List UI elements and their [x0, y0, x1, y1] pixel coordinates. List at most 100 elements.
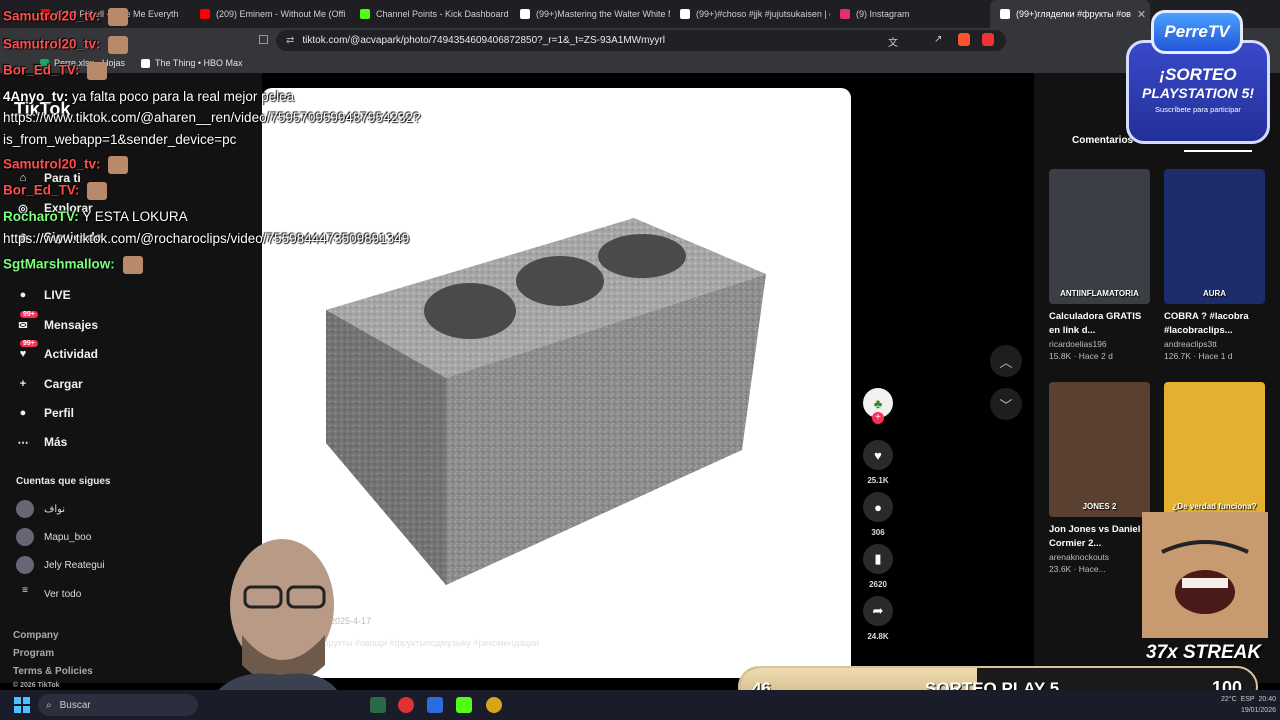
tab-label: (99+)гляделки #фрукты #ов: [1016, 9, 1131, 19]
heart-icon: ♥: [863, 440, 893, 470]
more-icon: ⋯: [17, 436, 29, 449]
chat-message: https://www.tiktok.com/@aharen__ren/vide…: [3, 110, 421, 125]
sidebar-item-más[interactable]: ⋯ Más: [14, 433, 68, 451]
chat-username[interactable]: Bor_Ed_TV:: [3, 183, 80, 198]
video-title: COBRA ? #lacobra #lacobraclips...: [1164, 311, 1249, 336]
author-avatar[interactable]: ♣ +: [862, 388, 894, 424]
footer-link[interactable]: Program: [13, 648, 54, 659]
chat-emote-icon: [87, 182, 108, 200]
chat-message: https://www.tiktok.com/@rocharoclips/vid…: [3, 231, 409, 246]
reaction-overlay-image: [1142, 512, 1268, 638]
chat-message: Samutrol20_tv:: [3, 156, 129, 174]
bookmark-icon: ▮: [863, 544, 893, 574]
giveaway-line1: ¡SORTEO: [1159, 65, 1237, 84]
taskbar-app-icon[interactable]: [427, 697, 443, 713]
video-meta: 23.6K · Hace...: [1049, 564, 1151, 574]
browser-tab[interactable]: (9) Instagram: [830, 0, 990, 28]
video-title: Jon Jones vs Daniel Cormier 2...: [1049, 524, 1141, 549]
sidebar-item-label: LIVE: [44, 288, 71, 302]
view-count: 15.8K: [1049, 351, 1072, 361]
footer-link[interactable]: Terms & Policies: [13, 666, 93, 677]
sidebar-item-actividad[interactable]: ♥ 99+ Actividad: [14, 340, 98, 363]
video-age: Hace 1 d: [1198, 351, 1233, 361]
following-account[interactable]: Mapu_boo: [16, 528, 91, 546]
chat-username[interactable]: Samutrol20_tv:: [3, 37, 101, 52]
sidebar-item-label: Más: [44, 435, 68, 449]
chat-username[interactable]: Samutrol20_tv:: [3, 157, 101, 172]
recommended-video-card[interactable]: ¿De verdad funciona?: [1164, 382, 1266, 517]
video-meta: 126.7K · Hace 1 d: [1164, 351, 1266, 361]
notification-badge: 99+: [20, 311, 38, 318]
comment-button[interactable]: ● 306: [862, 492, 894, 537]
chat-username[interactable]: RocharoTV:: [3, 209, 79, 224]
taskbar-app-icon[interactable]: [456, 697, 472, 713]
browser-tab[interactable]: (99+)#choso #jjk #jujutsukaisen | ch: [670, 0, 830, 28]
share-icon[interactable]: ↗: [934, 34, 942, 45]
following-account[interactable]: نواف: [16, 500, 65, 518]
footer-link[interactable]: © 2026 TikTok: [13, 682, 60, 689]
chat-message: SgtMarshmallow:: [3, 256, 143, 274]
chat-message: RocharoTV: Y ESTA LOKURA: [3, 209, 188, 224]
list-icon: ≡: [22, 585, 28, 596]
chat-message: is_from_webapp=1&sender_device=pc: [3, 132, 236, 147]
share-button[interactable]: ➦ 24.8K: [862, 596, 894, 641]
video-meta: 15.8K · Hace 2 d: [1049, 351, 1151, 361]
giveaway-badge: ¡SORTEO PLAYSTATION 5! Suscríbete para p…: [1118, 10, 1276, 160]
video-age: Hace...: [1078, 564, 1106, 574]
chat-username[interactable]: SgtMarshmallow:: [3, 257, 115, 272]
like-button[interactable]: ♥ 25.1K: [862, 440, 894, 485]
sidebar-item-label: Cargar: [44, 377, 83, 391]
chat-emote-icon: [108, 156, 129, 174]
following-account[interactable]: ≡ Ver todo: [16, 585, 81, 603]
share-count: 24.8K: [867, 632, 889, 641]
recommended-video-card[interactable]: ANTIINFLAMATORIA Calculadora GRATIS en li…: [1049, 169, 1151, 361]
extension-icon[interactable]: [982, 33, 994, 46]
taskbar-search[interactable]: ⌕ Buscar: [38, 694, 198, 716]
system-tray[interactable]: 22°C ESP 20:40 19/01/2026: [1221, 694, 1276, 716]
save-button[interactable]: ▮ 2620: [862, 544, 894, 589]
next-post-button[interactable]: ﹀: [990, 388, 1022, 420]
sidebar-item-mensajes[interactable]: ✉ 99+ Mensajes: [14, 311, 98, 334]
thumbnail-text: JONES 2: [1082, 502, 1117, 511]
following-name: Ver todo: [44, 588, 82, 600]
browser-tab[interactable]: (99+)Mastering the Walter White M: [510, 0, 670, 28]
live-icon: ●: [19, 289, 27, 301]
save-count: 2620: [869, 580, 887, 589]
translate-icon[interactable]: 文: [888, 34, 898, 49]
following-account[interactable]: Jely Reategui: [16, 556, 105, 574]
sidebar-item-cargar[interactable]: + Cargar: [14, 375, 83, 393]
chat-emote-icon: [108, 36, 129, 54]
thumbnail-text: ¿De verdad funciona?: [1172, 502, 1257, 511]
sidebar-item-perfil[interactable]: ● Perfil: [14, 404, 74, 422]
thumbnail-text: ANTIINFLAMATORIA: [1060, 289, 1139, 298]
taskbar-app-icon[interactable]: [486, 697, 502, 713]
chat-username[interactable]: Bor_Ed_TV:: [3, 63, 80, 78]
avatar: [16, 500, 34, 518]
chat-username[interactable]: Samutrol20_tv:: [3, 9, 101, 24]
brave-shield-icon[interactable]: [958, 33, 970, 46]
chat-emote-icon: [108, 8, 129, 26]
activity-icon: ♥ 99+: [14, 340, 38, 363]
following-header: Cuentas que sigues: [16, 476, 111, 487]
video-author: andreaclips3tt: [1164, 339, 1217, 349]
chat-username[interactable]: 4Anyo_tv:: [3, 89, 68, 104]
streak-label: 37x STREAK: [1146, 642, 1262, 663]
thumbnail-text: AURA: [1202, 289, 1227, 298]
avatar: [16, 528, 34, 546]
recommended-video-card[interactable]: AURA COBRA ? #lacobra #lacobraclips... and…: [1164, 169, 1266, 361]
sidebar-item-live[interactable]: ● LIVE: [14, 286, 71, 304]
follow-plus-icon[interactable]: +: [872, 412, 884, 424]
giveaway-brand: PerreTV: [1151, 10, 1243, 54]
upload-icon: +: [19, 378, 27, 390]
taskbar-app-icon[interactable]: [370, 697, 386, 713]
like-count: 25.1K: [867, 476, 889, 485]
windows-start-icon[interactable]: [14, 697, 30, 713]
footer-link[interactable]: Company: [13, 630, 59, 641]
taskbar-app-icon[interactable]: [398, 697, 414, 713]
recommended-video-card[interactable]: JONES 2 Jon Jones vs Daniel Cormier 2... a…: [1049, 382, 1151, 574]
stream-chat-overlay: Samutrol20_tv: Samutrol20_tv: Bor_Ed_TV:…: [0, 0, 500, 280]
giveaway-line3: Suscríbete para participar: [1155, 105, 1241, 114]
meta-separator: ·: [1071, 564, 1079, 574]
previous-post-button[interactable]: ︿: [990, 345, 1022, 377]
share-arrow-icon: ➦: [863, 596, 893, 626]
